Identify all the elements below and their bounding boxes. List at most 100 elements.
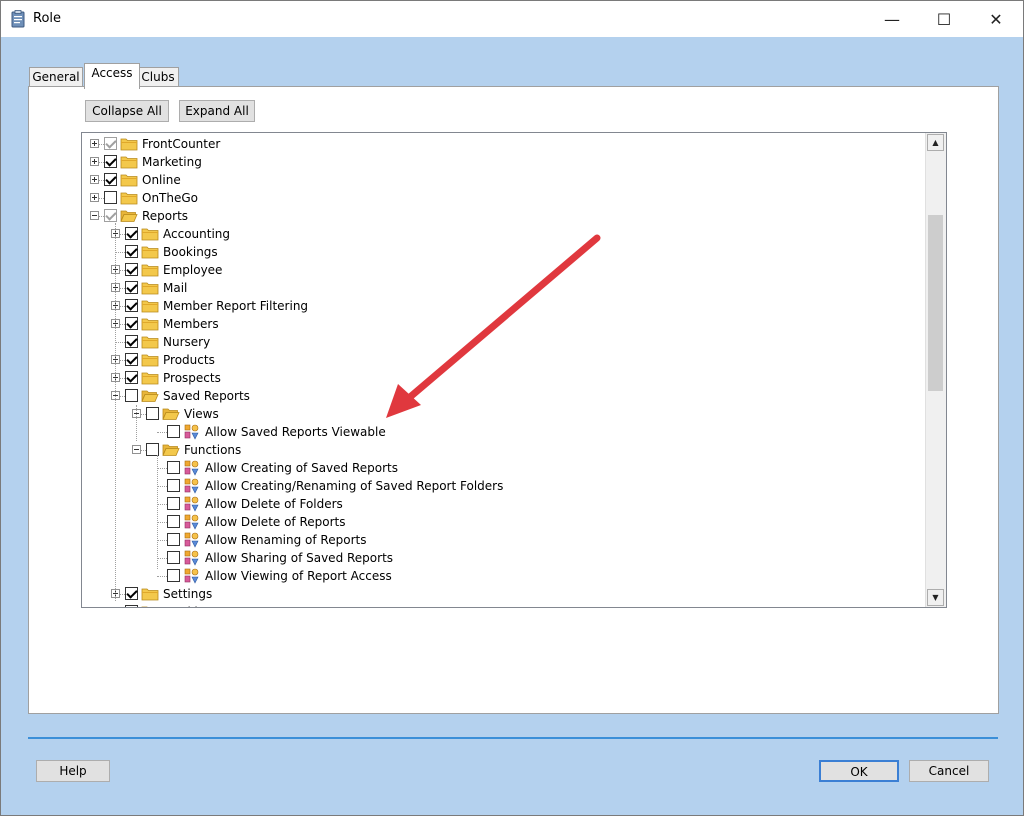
tree-node-label: Bookings — [163, 245, 218, 259]
title-bar[interactable]: Role — ☐ ✕ — [1, 1, 1023, 37]
tree-node-label: Settings — [163, 587, 213, 601]
tree-node-row[interactable]: Mail — [82, 279, 912, 297]
permission-checkbox[interactable] — [104, 155, 117, 168]
tree-node-label: Allow Renaming of Reports — [205, 533, 367, 547]
collapse-minus-icon[interactable] — [90, 211, 99, 220]
scroll-thumb[interactable] — [928, 215, 943, 391]
expand-plus-icon[interactable] — [90, 139, 99, 148]
tree-node-row[interactable]: Settings — [82, 585, 912, 603]
tree-permission-row[interactable]: Allow Creating/Renaming of Saved Report … — [82, 477, 912, 495]
expand-plus-icon[interactable] — [90, 157, 99, 166]
ok-button[interactable]: OK — [819, 760, 899, 782]
scroll-down-arrow-icon[interactable]: ▼ — [927, 589, 944, 606]
access-tree[interactable]: FrontCounter Marketing Online OnTheGo Report… — [81, 132, 947, 608]
tree-node-row[interactable]: Nursery — [82, 333, 912, 351]
permission-checkbox[interactable] — [104, 191, 117, 204]
tree-node-row[interactable]: Functions — [82, 441, 912, 459]
tree-node-row[interactable]: Bookings — [82, 243, 912, 261]
tree-node-label: Reports — [142, 209, 189, 223]
tree-node-row[interactable]: Views — [82, 405, 912, 423]
permission-checkbox[interactable] — [125, 587, 138, 600]
tree-node-row[interactable]: Tracking — [82, 603, 912, 607]
tab-access[interactable]: Access — [84, 63, 140, 89]
tree-node-row[interactable]: Reports — [82, 207, 912, 225]
permission-checkbox[interactable] — [125, 335, 138, 348]
permission-checkbox[interactable] — [167, 497, 180, 510]
tree-permission-row[interactable]: Allow Creating of Saved Reports — [82, 459, 912, 477]
expand-plus-icon[interactable] — [90, 193, 99, 202]
tree-node-label: FrontCounter — [142, 137, 221, 151]
tree-node-label: Tracking — [163, 605, 213, 607]
tree-node-label: Online — [142, 173, 181, 187]
permission-checkbox[interactable] — [125, 263, 138, 276]
permission-checkbox[interactable] — [125, 353, 138, 366]
maximize-button[interactable]: ☐ — [921, 1, 967, 37]
tree-rows: FrontCounter Marketing Online OnTheGo Report… — [82, 133, 925, 607]
collapse-minus-icon[interactable] — [132, 445, 141, 454]
collapse-all-button[interactable]: Collapse All — [85, 100, 169, 122]
permission-checkbox[interactable] — [125, 389, 138, 402]
window-title: Role — [33, 11, 62, 26]
tab-clubs[interactable]: Clubs — [137, 67, 179, 88]
expand-plus-icon[interactable] — [90, 175, 99, 184]
tree-permission-row[interactable]: Allow Delete of Folders — [82, 495, 912, 513]
tree-guide-line — [157, 455, 159, 569]
tree-node-row[interactable]: Online — [82, 171, 912, 189]
permission-checkbox[interactable] — [125, 317, 138, 330]
tree-permission-row[interactable]: Allow Saved Reports Viewable — [82, 423, 912, 441]
tree-node-row[interactable]: Accounting — [82, 225, 912, 243]
tree-node-row[interactable]: Products — [82, 351, 912, 369]
tree-permission-row[interactable]: Allow Renaming of Reports — [82, 531, 912, 549]
tree-node-label: Allow Delete of Reports — [205, 515, 346, 529]
tree-node-label: Functions — [184, 443, 242, 457]
permission-checkbox[interactable] — [104, 209, 117, 222]
tab-general[interactable]: General — [29, 67, 83, 88]
scroll-up-arrow-icon[interactable]: ▲ — [927, 134, 944, 151]
permission-checkbox[interactable] — [104, 137, 117, 150]
tree-node-label: Allow Viewing of Report Access — [205, 569, 392, 583]
tree-node-row[interactable]: Prospects — [82, 369, 912, 387]
permission-checkbox[interactable] — [167, 479, 180, 492]
permission-checkbox[interactable] — [125, 371, 138, 384]
tree-node-label: Products — [163, 353, 215, 367]
tree-node-row[interactable]: Members — [82, 315, 912, 333]
tree-node-row[interactable]: Member Report Filtering — [82, 297, 912, 315]
permission-checkbox[interactable] — [125, 281, 138, 294]
permission-checkbox[interactable] — [104, 173, 117, 186]
tree-connector — [157, 576, 167, 578]
tree-connector — [157, 432, 167, 434]
permission-checkbox[interactable] — [125, 227, 138, 240]
permission-checkbox[interactable] — [167, 551, 180, 564]
tree-permission-row[interactable]: Allow Viewing of Report Access — [82, 567, 912, 585]
permission-checkbox[interactable] — [167, 533, 180, 546]
tree-node-row[interactable]: Employee — [82, 261, 912, 279]
vertical-scrollbar[interactable]: ▲ ▼ — [925, 133, 946, 607]
permission-checkbox[interactable] — [125, 605, 138, 607]
tree-permission-row[interactable]: Allow Sharing of Saved Reports — [82, 549, 912, 567]
tree-node-row[interactable]: OnTheGo — [82, 189, 912, 207]
tree-node-row[interactable]: FrontCounter — [82, 135, 912, 153]
permission-checkbox[interactable] — [167, 569, 180, 582]
tree-node-label: Accounting — [163, 227, 231, 241]
clipboard-icon — [11, 10, 25, 28]
tree-node-label: Allow Creating of Saved Reports — [205, 461, 399, 475]
permission-checkbox[interactable] — [125, 299, 138, 312]
tree-node-label: Allow Delete of Folders — [205, 497, 343, 511]
expand-all-button[interactable]: Expand All — [179, 100, 255, 122]
permission-checkbox[interactable] — [167, 461, 180, 474]
permission-checkbox[interactable] — [146, 407, 159, 420]
permission-checkbox[interactable] — [125, 245, 138, 258]
tree-node-label: Nursery — [163, 335, 211, 349]
tree-node-label: Allow Saved Reports Viewable — [205, 425, 386, 439]
help-button[interactable]: Help — [36, 760, 110, 782]
tree-node-label: Mail — [163, 281, 188, 295]
permission-checkbox[interactable] — [167, 425, 180, 438]
close-button[interactable]: ✕ — [973, 1, 1019, 37]
tree-permission-row[interactable]: Allow Delete of Reports — [82, 513, 912, 531]
tree-node-label: Saved Reports — [163, 389, 250, 403]
minimize-button[interactable]: — — [869, 1, 915, 37]
permission-checkbox[interactable] — [167, 515, 180, 528]
cancel-button[interactable]: Cancel — [909, 760, 989, 782]
tree-node-row[interactable]: Marketing — [82, 153, 912, 171]
tree-node-row[interactable]: Saved Reports — [82, 387, 912, 405]
